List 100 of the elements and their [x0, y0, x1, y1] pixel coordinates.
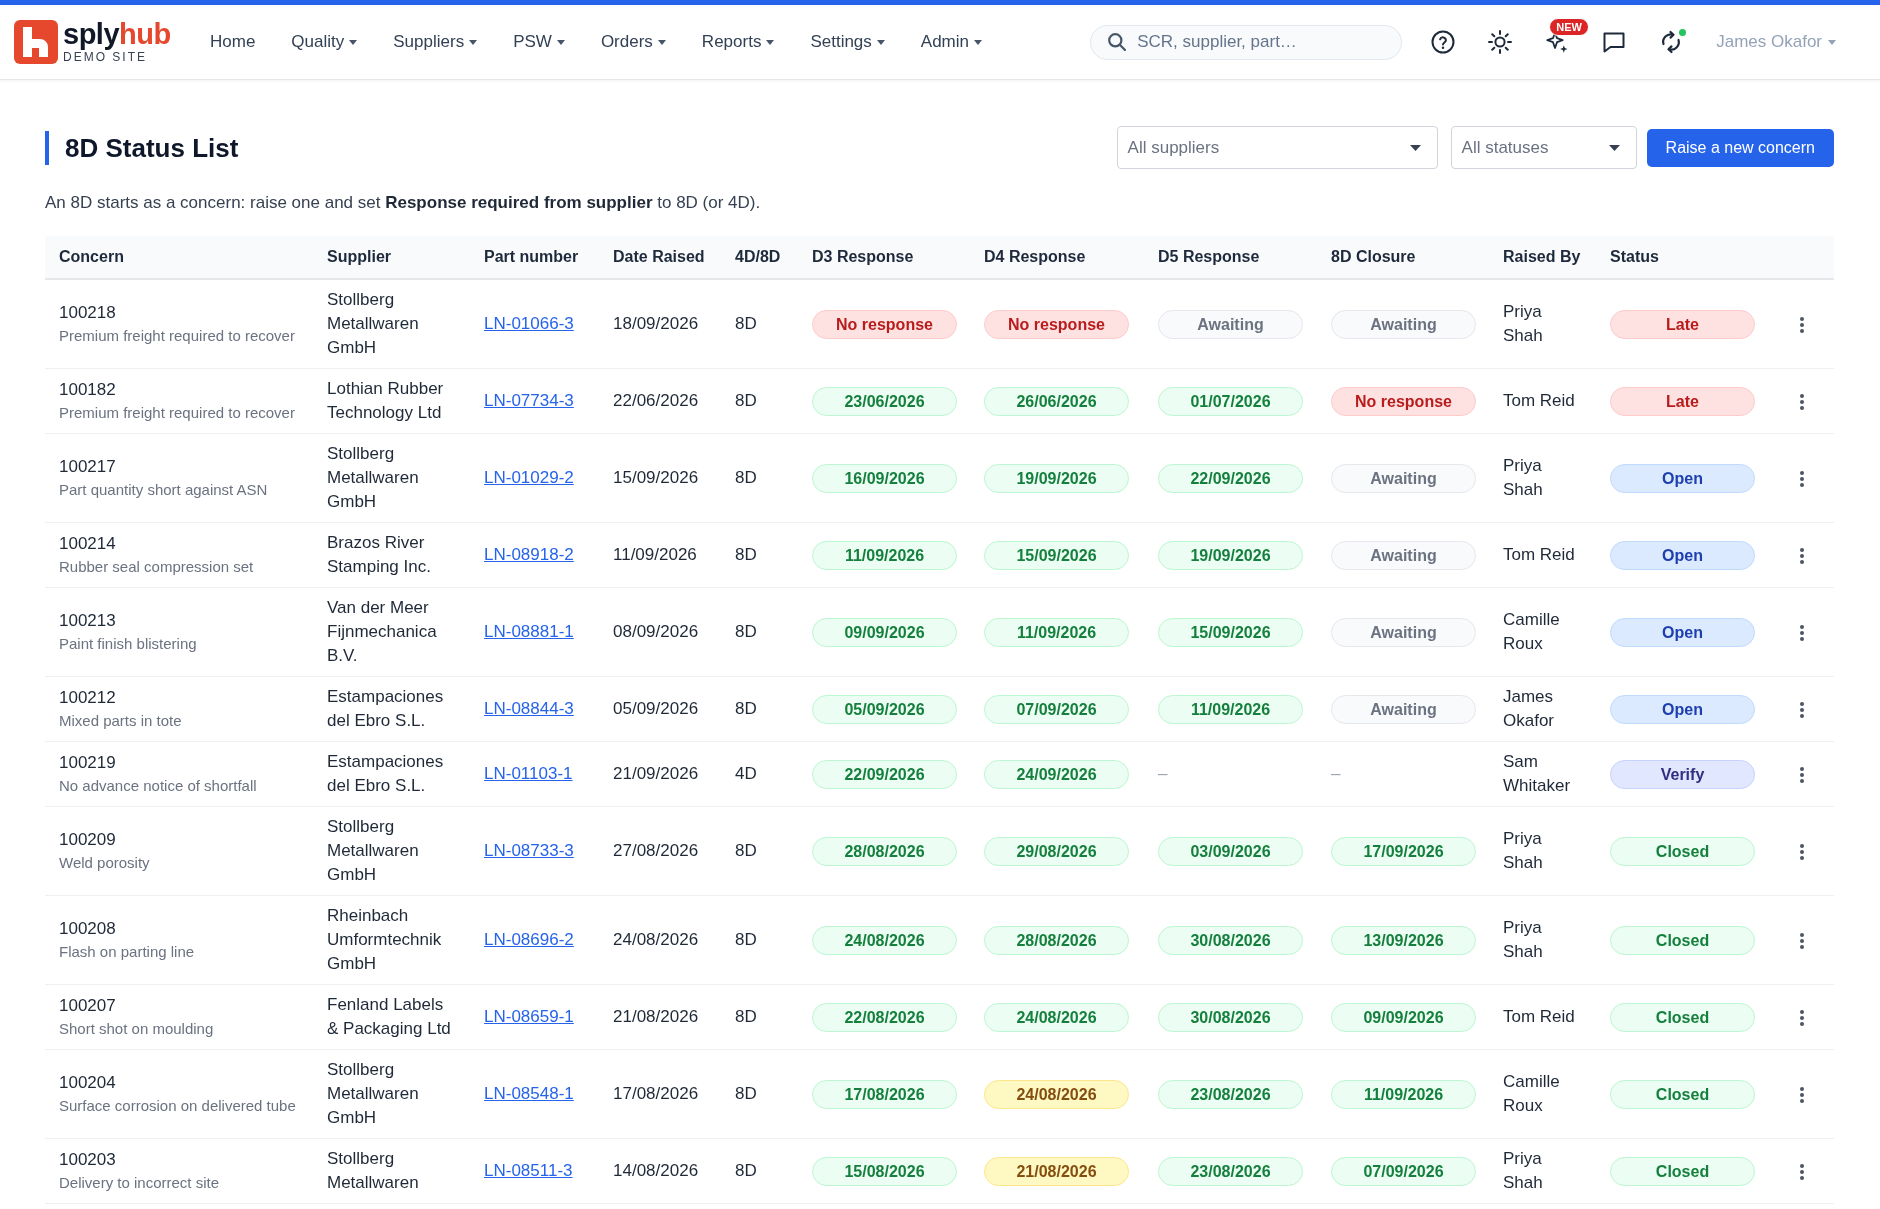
site-tagline: DEMO SITE	[63, 50, 147, 64]
response-pill: 19/09/2026	[1158, 540, 1303, 570]
response-pill: Awaiting	[1331, 617, 1476, 647]
response-pill: Awaiting	[1331, 694, 1476, 724]
filter-dropdown[interactable]: All suppliers	[1116, 126, 1438, 169]
response-pill: 24/08/2026	[812, 925, 957, 955]
supplier-name: Stollberg Metallwaren GmbH	[327, 290, 419, 357]
part-number-link[interactable]: LN-01103-1	[484, 764, 573, 783]
concern-id: 100218	[59, 302, 116, 324]
search-field[interactable]: SCR, supplier, part…	[1090, 24, 1403, 60]
part-number-link[interactable]: LN-08733-3	[484, 841, 574, 860]
part-number-link[interactable]: LN-08881-1	[484, 622, 574, 641]
concern-id: 100219	[59, 752, 116, 774]
raised-by-name: Priya Shah	[1503, 829, 1543, 872]
sun-icon[interactable]	[1488, 30, 1513, 54]
more-options-icon[interactable]	[1800, 470, 1804, 487]
more-options-icon[interactable]	[1800, 393, 1804, 410]
response-type: 8D	[735, 314, 757, 333]
more-options-icon[interactable]	[1800, 766, 1804, 783]
caret-icon	[1828, 39, 1836, 45]
supplier-name: Stollberg Metallwaren GmbH	[327, 444, 419, 511]
empty-value-dash: –	[1158, 764, 1168, 783]
supplier-name: Rheinbach Umformtechnik GmbH	[327, 906, 442, 973]
part-number-link[interactable]: LN-08918-2	[484, 545, 574, 564]
part-number-link[interactable]: LN-01066-3	[484, 314, 574, 333]
response-pill: 24/08/2026	[984, 1079, 1129, 1109]
supplier-name: Brazos River Stamping Inc.	[327, 533, 431, 576]
concern-title: Mixed parts in tote	[59, 711, 182, 731]
nav-menu-item[interactable]: Quality	[291, 32, 358, 52]
response-pill: 23/08/2026	[1158, 1079, 1303, 1109]
status-pill: Late	[1610, 309, 1755, 339]
concern-title: Delivery to incorrect site	[59, 1173, 220, 1193]
nav-menu-item[interactable]: Settings	[810, 32, 885, 52]
more-options-icon[interactable]	[1800, 1009, 1804, 1026]
caret-icon	[1608, 144, 1620, 151]
more-options-icon[interactable]	[1800, 701, 1804, 718]
raise-concern-button[interactable]: Raise a new concern	[1646, 128, 1834, 167]
nav-menu-item[interactable]: Reports	[701, 32, 775, 52]
response-pill: 28/08/2026	[812, 836, 957, 866]
raised-by-name: Tom Reid	[1503, 1007, 1575, 1026]
date-raised: 15/09/2026	[613, 468, 699, 487]
response-pill: 29/08/2026	[984, 836, 1129, 866]
concern-title: Short shot on moulding	[59, 1019, 214, 1039]
response-pill: No response	[1331, 386, 1476, 416]
part-number-link[interactable]: LN-08844-3	[484, 699, 574, 718]
concern-title: Surface corrosion on delivered tube	[59, 1096, 296, 1116]
concern-id: 100212	[59, 687, 116, 709]
part-number-link[interactable]: LN-08659-1	[484, 1007, 574, 1026]
more-options-icon[interactable]	[1800, 316, 1804, 333]
status-pill: Open	[1610, 694, 1755, 724]
column-header: D5 Response	[1158, 248, 1260, 265]
concern-title: Premium freight required to recover	[59, 326, 295, 346]
response-type: 4D	[735, 764, 757, 783]
response-pill: 30/08/2026	[1158, 925, 1303, 955]
date-raised: 21/08/2026	[613, 1007, 699, 1026]
response-pill: 03/09/2026	[1158, 836, 1303, 866]
chat-bubble-icon[interactable]	[1602, 30, 1627, 54]
response-pill: 09/09/2026	[1331, 1002, 1476, 1032]
nav-menu-item[interactable]: Orders	[600, 32, 666, 52]
more-options-icon[interactable]	[1800, 1086, 1804, 1103]
response-pill: 15/09/2026	[1158, 617, 1303, 647]
help-icon[interactable]	[1431, 30, 1456, 54]
date-raised: 11/09/2026	[613, 545, 697, 564]
caret-icon	[1409, 144, 1421, 151]
concern-title: Weld porosity	[59, 853, 150, 873]
logo-icon[interactable]	[14, 20, 58, 64]
supplier-name: Stollberg Metallwaren GmbH	[327, 1060, 419, 1127]
filter-dropdown[interactable]: All statuses	[1450, 126, 1637, 169]
part-number-link[interactable]: LN-08696-2	[484, 930, 574, 949]
raised-by-name: Priya Shah	[1503, 918, 1543, 961]
nav-menu-item[interactable]: Home	[210, 32, 256, 52]
more-options-icon[interactable]	[1800, 547, 1804, 564]
more-options-icon[interactable]	[1800, 1163, 1804, 1180]
response-type: 8D	[735, 1084, 757, 1103]
response-pill: 30/08/2026	[1158, 1002, 1303, 1032]
response-type: 8D	[735, 468, 757, 487]
response-pill: 22/09/2026	[812, 759, 957, 789]
concern-id: 100217	[59, 456, 116, 478]
date-raised: 18/09/2026	[613, 314, 699, 333]
more-options-icon[interactable]	[1800, 843, 1804, 860]
part-number-link[interactable]: LN-01029-2	[484, 468, 574, 487]
response-type: 8D	[735, 1007, 757, 1026]
nav-menu-item[interactable]: Admin	[920, 32, 982, 52]
column-header: D4 Response	[984, 248, 1086, 265]
response-pill: 23/06/2026	[812, 386, 957, 416]
more-options-icon[interactable]	[1800, 624, 1804, 641]
date-raised: 27/08/2026	[613, 841, 699, 860]
concern-id: 100208	[59, 918, 116, 940]
part-number-link[interactable]: LN-08511-3	[484, 1161, 573, 1180]
part-number-link[interactable]: LN-07734-3	[484, 391, 574, 410]
nav-menu-item[interactable]: Suppliers	[393, 32, 478, 52]
nav-menu-item[interactable]: PSW	[513, 32, 565, 52]
response-pill: 13/09/2026	[1331, 925, 1476, 955]
response-type: 8D	[735, 1161, 757, 1180]
date-raised: 05/09/2026	[613, 699, 699, 718]
response-pill: Awaiting	[1331, 540, 1476, 570]
date-raised: 22/06/2026	[613, 391, 699, 410]
part-number-link[interactable]: LN-08548-1	[484, 1084, 574, 1103]
more-options-icon[interactable]	[1800, 932, 1804, 949]
raised-by-name: James Okafor	[1503, 687, 1555, 730]
